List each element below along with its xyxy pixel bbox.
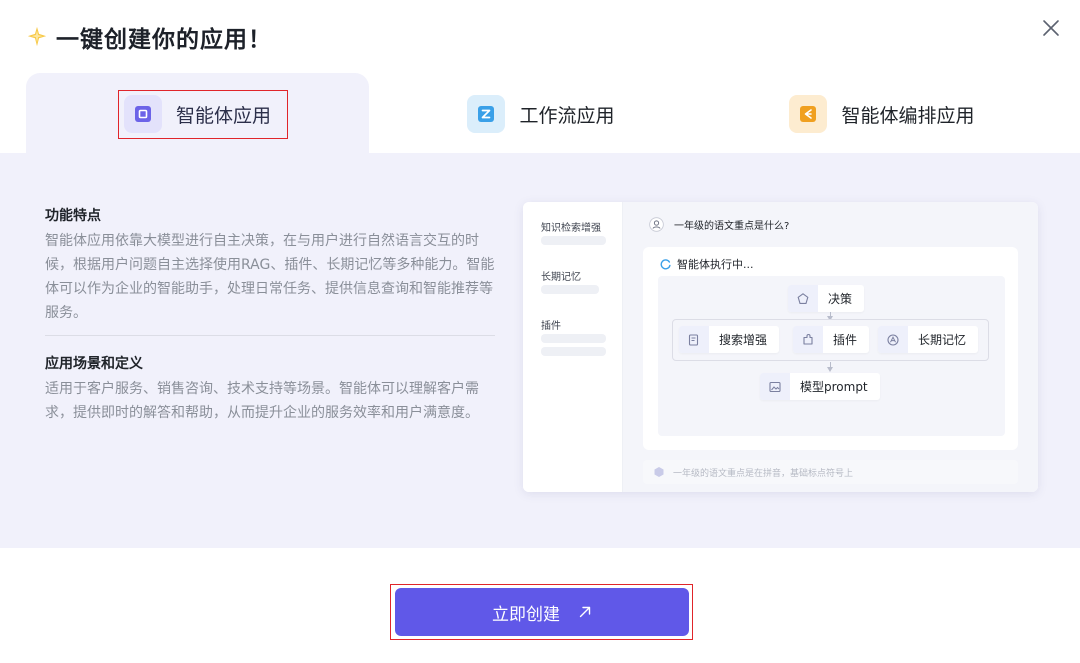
search-doc-icon bbox=[679, 326, 709, 353]
orchestration-app-icon bbox=[789, 95, 828, 133]
tab-orchestration-app[interactable]: 智能体编排应用 bbox=[712, 73, 1052, 155]
preview-sidebar-item: 知识检索增强 bbox=[541, 223, 601, 234]
flow-node-decision: 决策 bbox=[788, 285, 865, 312]
loading-icon bbox=[660, 258, 671, 269]
flow-node-memory: 长期记忆 bbox=[878, 326, 979, 353]
tab-highlight-box bbox=[118, 90, 288, 139]
agent-preview-illustration: 知识检索增强 长期记忆 插件 一年级的语文重点是什么? 智能体执行中... 决策… bbox=[523, 202, 1038, 492]
placeholder-bar bbox=[541, 236, 606, 245]
image-prompt-icon bbox=[760, 373, 790, 400]
placeholder-bar bbox=[541, 285, 599, 294]
preview-chat-area: 一年级的语文重点是什么? 智能体执行中... 决策 搜索增强 插件 长期记忆 模… bbox=[623, 202, 1038, 492]
memory-icon bbox=[878, 326, 908, 353]
features-body: 智能体应用依靠大模型进行自主决策，在与用户进行自然语言交互的时候，根据用户问题自… bbox=[45, 233, 495, 321]
placeholder-bar bbox=[541, 347, 606, 356]
section-divider bbox=[45, 335, 495, 336]
content-panel: 功能特点 智能体应用依靠大模型进行自主决策，在与用户进行自然语言交互的时候，根据… bbox=[0, 153, 1080, 548]
preview-answer-bar: 一年级的语文重点是在拼音，基础标点符号上 bbox=[643, 460, 1018, 484]
flow-arrow bbox=[827, 312, 833, 321]
features-section: 功能特点 智能体应用依靠大模型进行自主决策，在与用户进行自然语言交互的时候，根据… bbox=[45, 205, 495, 325]
agent-flow-diagram: 决策 搜索增强 插件 长期记忆 模型prompt bbox=[658, 276, 1005, 436]
scenarios-section: 应用场景和定义 适用于客户服务、销售咨询、技术支持等场景。智能体可以理解客户需求… bbox=[45, 353, 495, 425]
node-label: 决策 bbox=[828, 292, 853, 306]
node-label: 插件 bbox=[833, 333, 858, 347]
flow-node-model-prompt: 模型prompt bbox=[760, 373, 880, 400]
preview-sidebar-item: 长期记忆 bbox=[541, 272, 581, 283]
preview-exec-card: 智能体执行中... 决策 搜索增强 插件 长期记忆 模型prompt bbox=[643, 247, 1018, 450]
scenarios-body: 适用于客户服务、销售咨询、技术支持等场景。智能体可以理解客户需求，提供即时的解答… bbox=[45, 381, 479, 421]
dialog-title: 一键创建你的应用！ bbox=[56, 27, 272, 53]
flow-node-plugin: 插件 bbox=[793, 326, 870, 353]
preview-exec-status: 智能体执行中... bbox=[660, 256, 754, 272]
flow-arrow bbox=[827, 362, 833, 372]
scenarios-title: 应用场景和定义 bbox=[45, 356, 143, 372]
sparkle-star-icon bbox=[27, 26, 47, 47]
close-icon[interactable] bbox=[1040, 17, 1062, 39]
features-title: 功能特点 bbox=[45, 208, 101, 224]
preview-sidebar-item: 插件 bbox=[541, 321, 561, 332]
flow-node-search: 搜索增强 bbox=[679, 326, 780, 353]
dialog-header: 一键创建你的应用！ bbox=[26, 22, 272, 53]
button-highlight-box bbox=[390, 584, 693, 640]
flow-tools-group: 搜索增强 插件 长期记忆 bbox=[672, 319, 989, 361]
placeholder-bar bbox=[541, 334, 606, 343]
decision-icon bbox=[788, 285, 818, 312]
ai-logo-icon bbox=[654, 467, 664, 477]
node-label: 长期记忆 bbox=[918, 333, 967, 347]
tab-label: 智能体编排应用 bbox=[841, 104, 975, 127]
node-label: 模型prompt bbox=[800, 380, 868, 394]
preview-answer-text: 一年级的语文重点是在拼音，基础标点符号上 bbox=[673, 468, 854, 479]
exec-status-text: 智能体执行中... bbox=[677, 258, 754, 271]
tab-workflow-app[interactable]: 工作流应用 bbox=[366, 73, 716, 155]
plugin-icon bbox=[793, 326, 823, 353]
tab-label: 工作流应用 bbox=[519, 104, 615, 127]
user-icon bbox=[649, 217, 664, 232]
workflow-app-icon bbox=[467, 95, 506, 133]
preview-question: 一年级的语文重点是什么? bbox=[649, 217, 789, 232]
preview-question-text: 一年级的语文重点是什么? bbox=[674, 221, 790, 232]
preview-sidebar: 知识检索增强 长期记忆 插件 bbox=[523, 202, 623, 492]
node-label: 搜索增强 bbox=[719, 333, 768, 347]
